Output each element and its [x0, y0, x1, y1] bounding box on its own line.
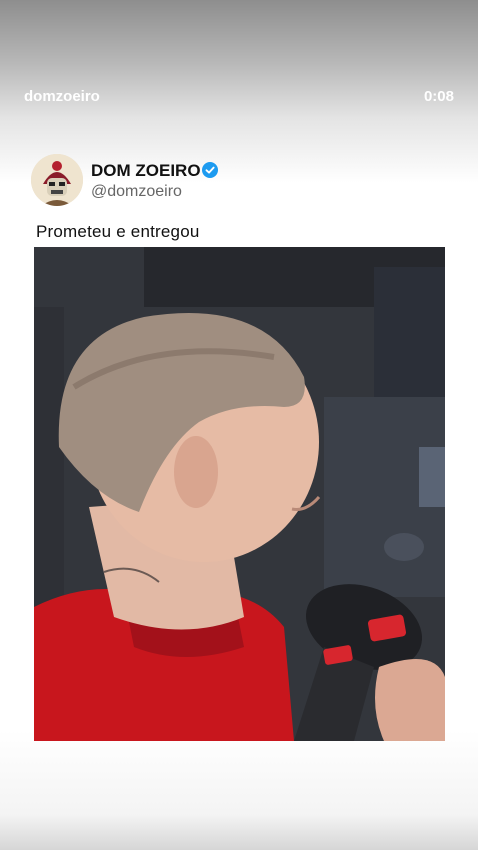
- video-duration: 0:08: [423, 88, 454, 105]
- video-frame[interactable]: [34, 247, 445, 741]
- video-still: [34, 247, 445, 741]
- verified-check-icon: [202, 162, 218, 178]
- display-name[interactable]: DOM ZOEIRO: [91, 161, 201, 181]
- post-caption: Prometeu e entregou: [36, 222, 200, 241]
- user-handle[interactable]: @domzoeiro: [91, 183, 182, 201]
- post-card: DOM ZOEIRO @domzoeiro Prometeu e entrego…: [0, 0, 478, 850]
- avatar[interactable]: [31, 154, 83, 206]
- avatar-image: [31, 154, 83, 206]
- overlay-username[interactable]: domzoeiro: [24, 88, 100, 105]
